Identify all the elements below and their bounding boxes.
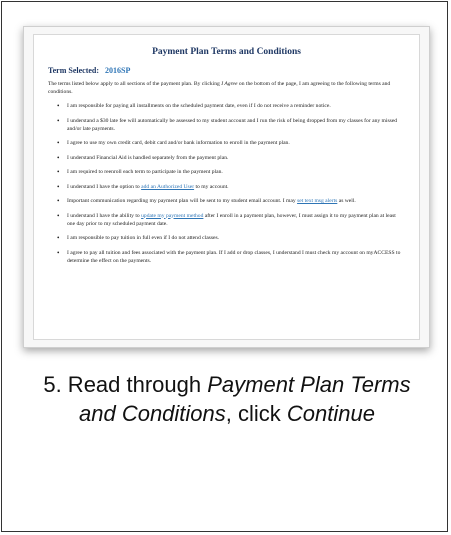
term-text: I agree to pay all tuition and fees asso…	[67, 249, 401, 264]
bullet-icon: •	[57, 168, 60, 176]
term-selected: Term Selected: 2016SP	[48, 66, 405, 75]
step-caption: 5. Read through Payment Plan Terms and C…	[22, 370, 432, 428]
term-value: 2016SP	[105, 66, 131, 75]
caption-emphasis-continue: Continue	[286, 401, 375, 426]
term-item: • I understand I have the ability to upda…	[57, 211, 405, 228]
term-text: I am required to reenroll each term to p…	[67, 169, 223, 175]
intro-emphasis: I Agree	[221, 81, 238, 87]
term-item: • I agree to use my own credit card, debi…	[57, 139, 405, 147]
set-text-alerts-link[interactable]: set text msg alerts	[297, 198, 337, 204]
intro-paragraph: The terms listed below apply to all sect…	[48, 80, 405, 96]
bullet-icon: •	[57, 234, 60, 242]
term-text: I am responsible to pay tuition in full …	[67, 235, 220, 241]
bullet-icon: •	[57, 197, 60, 205]
bullet-icon: •	[57, 153, 60, 162]
instruction-card: Payment Plan Terms and Conditions Term S…	[1, 1, 448, 532]
document-title: Payment Plan Terms and Conditions	[152, 47, 301, 57]
bullet-icon: •	[57, 139, 60, 147]
term-item: • I understand Financial Aid is handled s…	[57, 153, 405, 162]
term-item: • I understand a $30 late fee will automa…	[57, 116, 405, 133]
bullet-icon: •	[57, 182, 60, 191]
term-text: I understand I have the ability to	[67, 212, 142, 219]
bullet-icon: •	[57, 211, 60, 220]
add-authorized-user-link[interactable]: add an Authorized User	[141, 184, 194, 190]
term-text: I understand I have the option to	[67, 183, 142, 190]
bullet-icon: •	[57, 248, 60, 257]
bullet-icon: •	[57, 116, 60, 125]
caption-text: , click	[225, 401, 287, 426]
term-text: I am responsible for paying all installm…	[67, 103, 331, 109]
intro-text-start: The terms listed below apply to all sect…	[48, 81, 222, 87]
term-text: as well.	[337, 198, 356, 204]
term-text: Important communication regarding my pay…	[67, 198, 298, 204]
term-item: • I am responsible for paying all install…	[57, 102, 405, 110]
term-text: I agree to use my own credit card, debit…	[67, 140, 290, 146]
term-item: • I am required to reenroll each term to …	[57, 168, 405, 176]
bullet-icon: •	[57, 102, 60, 110]
update-payment-method-link[interactable]: update my payment method	[141, 213, 203, 219]
terms-list: • I am responsible for paying all install…	[48, 102, 405, 265]
term-item: • Important communication regarding my pa…	[57, 197, 405, 205]
term-text: I understand Financial Aid is handled se…	[67, 154, 229, 161]
term-item: • I agree to pay all tuition and fees ass…	[57, 248, 405, 265]
term-label: Term Selected:	[48, 66, 100, 75]
document-screenshot: Payment Plan Terms and Conditions Term S…	[23, 26, 430, 348]
terms-document: Payment Plan Terms and Conditions Term S…	[33, 34, 420, 340]
term-item: • I am responsible to pay tuition in full…	[57, 234, 405, 242]
term-text: to my account.	[194, 183, 229, 190]
term-item: • I understand I have the option to add a…	[57, 182, 405, 191]
caption-text: 5. Read through	[43, 372, 208, 397]
term-text: I understand a $30 late fee will automat…	[67, 117, 398, 132]
